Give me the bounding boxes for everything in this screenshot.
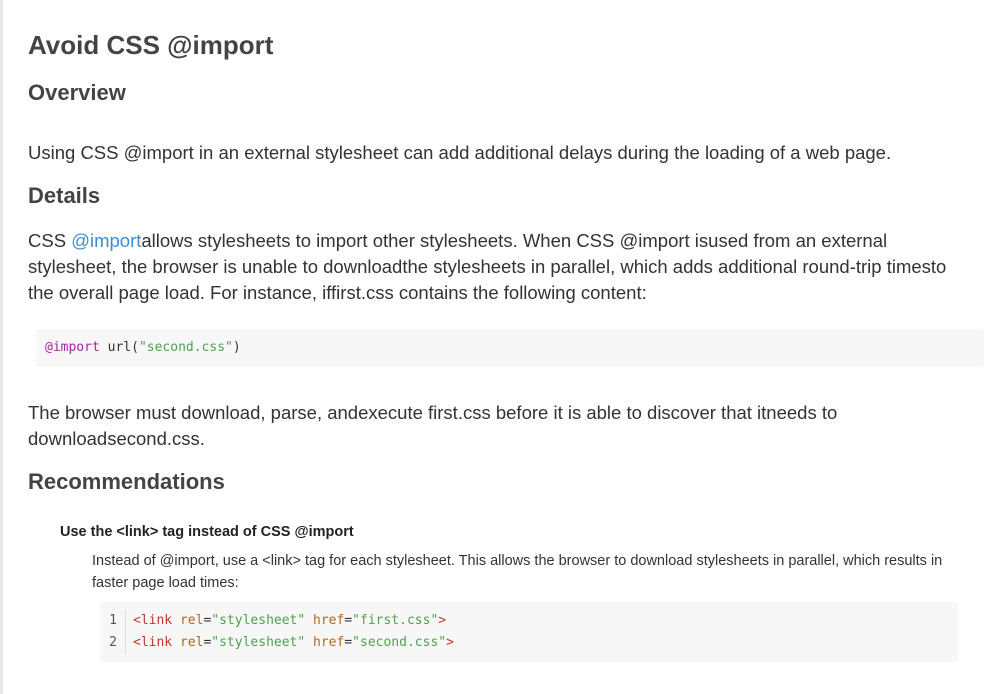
import-link[interactable]: @import <box>71 230 141 251</box>
code-attr: rel <box>172 635 204 650</box>
code-tag: <link <box>133 635 173 650</box>
details-heading: Details <box>28 183 101 208</box>
overview-heading: Overview <box>28 80 126 105</box>
code-tag: <link <box>133 613 173 628</box>
page-title: Avoid CSS @import <box>28 30 274 60</box>
line-number: 1 <box>100 610 126 632</box>
line-number: 2 <box>100 632 126 654</box>
code-attr: rel <box>172 613 204 628</box>
link-code-block: 1 <link rel="stylesheet" href="first.css"… <box>100 602 958 662</box>
recommendation-text: Instead of @import, use a <link> tag for… <box>92 553 943 591</box>
import-code-block: @import url("second.css") <box>36 329 984 367</box>
code-eq: = <box>344 613 353 628</box>
code-keyword: @import <box>45 340 100 355</box>
code-tag: > <box>438 613 447 628</box>
code-line: 1 <link rel="stylesheet" href="first.css"… <box>100 610 446 632</box>
details-text: CSS @importallows stylesheets to import … <box>28 228 968 306</box>
code-attr: href <box>305 635 345 650</box>
code-value: "first.css" <box>352 613 439 628</box>
details-body: allows stylesheets to import other style… <box>28 230 947 303</box>
code-eq: = <box>344 635 353 650</box>
code-line: 2 <link rel="stylesheet" href="second.css… <box>100 632 454 654</box>
code-value: "second.css" <box>352 635 447 650</box>
code-func: url( <box>99 340 139 355</box>
code-value: "stylesheet" <box>211 613 306 628</box>
details-after-text: The browser must download, parse, andexe… <box>28 402 838 449</box>
code-value: "stylesheet" <box>211 635 306 650</box>
recommendation-title: Use the <link> tag instead of CSS @impor… <box>60 524 354 540</box>
code-string: "second.css" <box>138 340 233 355</box>
code-tag: > <box>446 635 454 650</box>
page: Avoid CSS @import Overview Using CSS @im… <box>0 0 1000 694</box>
details-prefix: CSS <box>28 230 72 251</box>
recommendations-heading: Recommendations <box>28 469 225 494</box>
overview-text: Using CSS @import in an external stylesh… <box>28 142 892 163</box>
code-close: ) <box>232 340 241 355</box>
code-attr: href <box>305 613 345 628</box>
